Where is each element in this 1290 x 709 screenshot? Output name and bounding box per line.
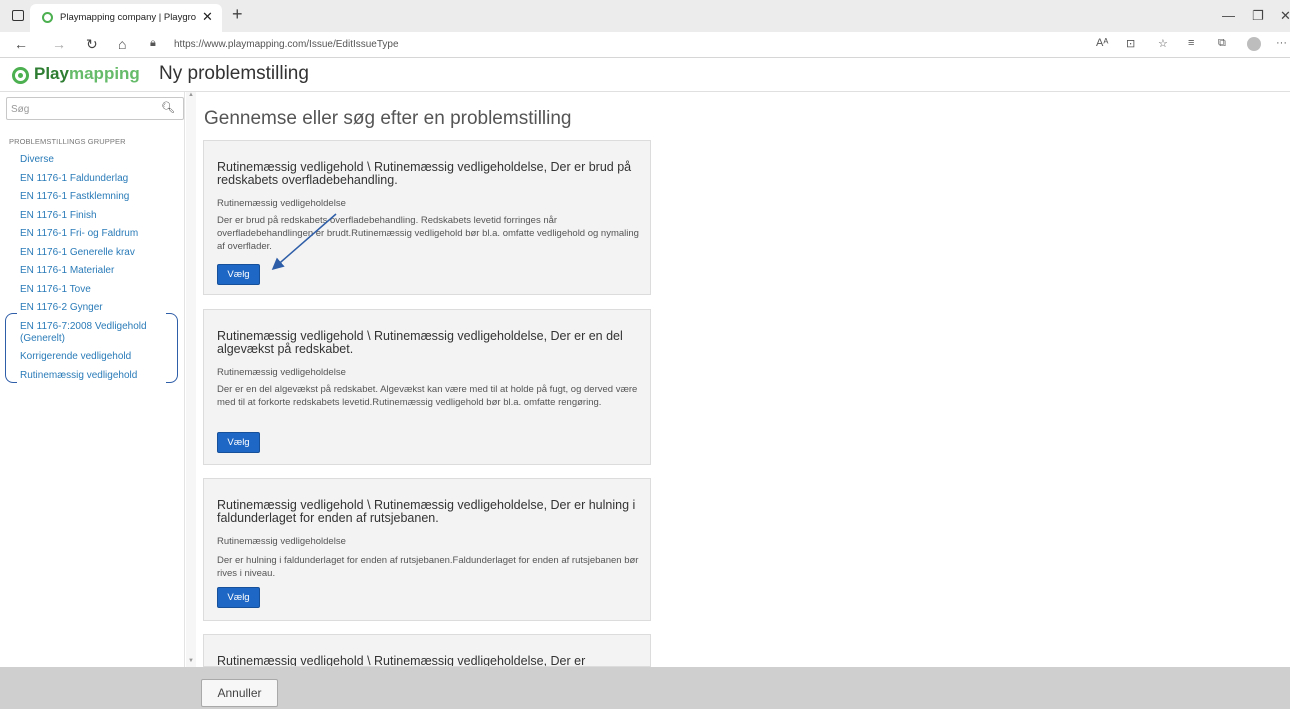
issue-subtitle: Rutinemæssig vedligeholdelse: [217, 536, 346, 547]
forward-icon[interactable]: →: [52, 36, 66, 52]
sidebar-item-rutinemaessig[interactable]: Rutinemæssig vedligehold: [20, 370, 180, 382]
refresh-icon[interactable]: ↻: [86, 36, 98, 53]
playmapping-logo-icon: [12, 67, 29, 84]
annotation-bracket-left: [5, 313, 17, 383]
issue-description: Der er hulning i faldunderlaget for ende…: [217, 555, 639, 579]
logo[interactable]: Playmapping: [34, 64, 140, 84]
tab-actions-icon[interactable]: [12, 10, 24, 21]
favorite-icon[interactable]: ☆: [1158, 37, 1168, 50]
cancel-button[interactable]: Annuller: [201, 679, 278, 707]
group-list: Diverse EN 1176-1 Faldunderlag EN 1176-1…: [20, 154, 180, 388]
new-tab-icon[interactable]: +: [232, 4, 243, 25]
content-heading: Gennemse eller søg efter en problemstill…: [204, 108, 572, 129]
issue-title: Rutinemæssig vedligehold \ Rutinemæssig …: [217, 498, 636, 525]
issue-card: Rutinemæssig vedligehold \ Rutinemæssig …: [203, 140, 651, 295]
close-window-icon[interactable]: ✕: [1280, 8, 1290, 24]
search-icon[interactable]: 🔍︎: [161, 101, 175, 114]
tab-title: Playmapping company | Playgro: [60, 12, 197, 23]
sidebar-scrollbar[interactable]: [186, 92, 196, 667]
sidebar-item-diverse[interactable]: Diverse: [20, 154, 180, 166]
select-button[interactable]: Vælg: [217, 264, 260, 285]
sidebar-item-korrigerende[interactable]: Korrigerende vedligehold: [20, 351, 180, 363]
more-menu-icon[interactable]: ···: [1276, 37, 1287, 49]
back-icon[interactable]: ←: [14, 36, 28, 52]
annotation-bracket-right: [166, 313, 178, 383]
lock-icon[interactable]: 🔒︎: [150, 37, 156, 50]
profile-avatar[interactable]: [1247, 37, 1261, 51]
home-icon[interactable]: ⌂: [118, 36, 126, 52]
sidebar-item-finish[interactable]: EN 1176-1 Finish: [20, 210, 180, 222]
read-aloud-icon[interactable]: Aᴬ: [1096, 37, 1108, 49]
footer-bar: Annuller: [0, 667, 1290, 709]
select-button[interactable]: Vælg: [217, 587, 260, 608]
sidebar: 🔍︎ PROBLEMSTILLINGS GRUPPER Diverse EN 1…: [0, 92, 185, 667]
url-field[interactable]: https://www.playmapping.com/Issue/EditIs…: [174, 39, 399, 50]
scroll-up-icon[interactable]: ▲: [188, 92, 194, 98]
issue-title: Rutinemæssig vedligehold \ Rutinemæssig …: [217, 160, 632, 187]
sidebar-item-generelle-krav[interactable]: EN 1176-1 Generelle krav: [20, 247, 180, 259]
search-input[interactable]: [11, 101, 156, 117]
issue-title: Rutinemæssig vedligehold \ Rutinemæssig …: [217, 329, 623, 356]
issue-description: Der er en del algevækst på redskabet. Al…: [217, 384, 638, 408]
sidebar-item-gynger[interactable]: EN 1176-2 Gynger: [20, 302, 180, 314]
sidebar-item-fastklemning[interactable]: EN 1176-1 Fastklemning: [20, 191, 180, 203]
scroll-down-icon[interactable]: ▼: [188, 658, 194, 664]
issue-subtitle: Rutinemæssig vedligeholdelse: [217, 198, 346, 209]
restore-icon[interactable]: ❐: [1252, 8, 1264, 24]
browser-tab[interactable]: Playmapping company | Playgro ✕: [30, 4, 222, 32]
sidebar-item-tove[interactable]: EN 1176-1 Tove: [20, 284, 180, 296]
group-heading: PROBLEMSTILLINGS GRUPPER: [9, 137, 126, 146]
sidebar-item-faldunderlag[interactable]: EN 1176-1 Faldunderlag: [20, 173, 180, 185]
tab-close-icon[interactable]: ✕: [202, 9, 213, 25]
site-favicon-icon: [42, 12, 53, 23]
app-header: Playmapping Ny problemstilling: [0, 58, 1290, 92]
sidebar-item-fri-og-faldrum[interactable]: EN 1176-1 Fri- og Faldrum: [20, 228, 180, 240]
issue-card: Rutinemæssig vedligehold \ Rutinemæssig …: [203, 309, 651, 465]
immersive-reader-icon[interactable]: ⊡: [1126, 37, 1135, 50]
issue-subtitle: Rutinemæssig vedligeholdelse: [217, 367, 346, 378]
favorites-list-icon[interactable]: ≡: [1188, 37, 1194, 49]
page-title: Ny problemstilling: [159, 63, 309, 84]
address-bar-row: ← → ↻ ⌂ 🔒︎ https://www.playmapping.com/I…: [0, 32, 1290, 58]
minimize-icon[interactable]: —: [1222, 8, 1235, 23]
issue-description: Der er brud på redskabets overfladebehan…: [217, 215, 639, 252]
issue-title: Rutinemæssig vedligehold \ Rutinemæssig …: [217, 654, 586, 667]
issue-card: Rutinemæssig vedligehold \ Rutinemæssig …: [203, 634, 651, 667]
sidebar-search: 🔍︎: [6, 97, 184, 120]
sidebar-item-vedligehold-generelt[interactable]: EN 1176-7:2008 Vedligehold (Generelt): [20, 321, 180, 345]
logo-part-mapping: mapping: [68, 64, 140, 83]
select-button[interactable]: Vælg: [217, 432, 260, 453]
issue-card: Rutinemæssig vedligehold \ Rutinemæssig …: [203, 478, 651, 621]
collections-icon[interactable]: ⧉: [1218, 37, 1226, 50]
sidebar-item-materialer[interactable]: EN 1176-1 Materialer: [20, 265, 180, 277]
browser-tab-bar: Playmapping company | Playgro ✕ + — ❐ ✕: [0, 0, 1290, 32]
logo-part-play: Play: [34, 64, 69, 83]
